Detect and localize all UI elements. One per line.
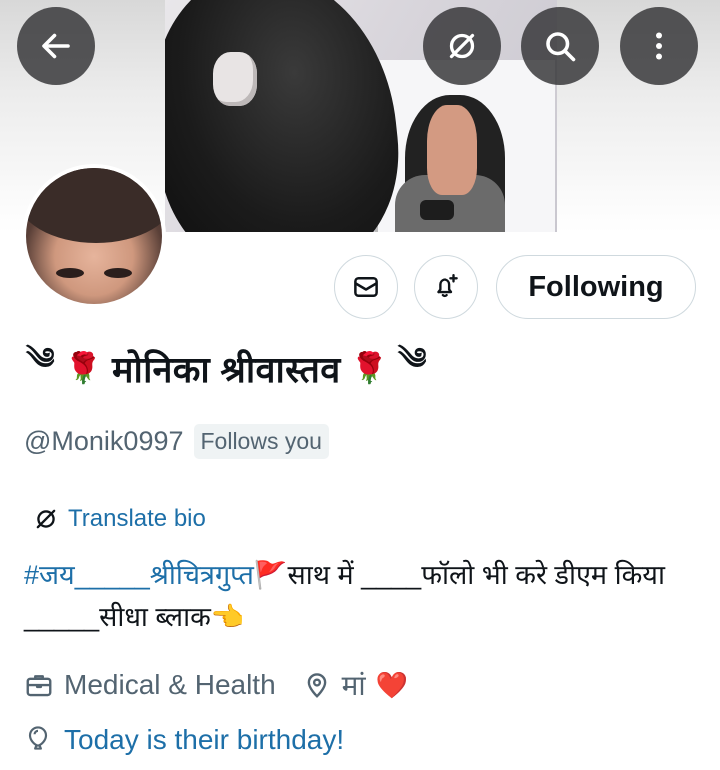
banner-hair-clip	[213, 52, 257, 106]
back-button[interactable]	[17, 7, 95, 85]
search-button[interactable]	[521, 7, 599, 85]
location-heart-emoji: ❤️	[375, 669, 409, 700]
avatar-hair	[26, 168, 162, 243]
notify-button[interactable]	[414, 255, 478, 319]
banner-hair	[165, 0, 411, 232]
more-vertical-icon	[656, 32, 662, 60]
balloon-icon	[28, 726, 48, 750]
profile-category: Medical & Health	[64, 669, 276, 700]
briefcase-icon	[26, 675, 52, 697]
avatar-photo	[26, 168, 162, 304]
name-decoration-left: ༄	[26, 343, 55, 376]
username-handle: @Monik0997	[24, 426, 184, 456]
avatar-eye-left	[56, 268, 84, 278]
birthday-label[interactable]: Today is their birthday!	[64, 724, 344, 756]
profile-location: मां	[341, 670, 366, 701]
bell-plus-icon	[437, 273, 458, 298]
envelope-icon	[354, 277, 378, 297]
search-icon	[546, 32, 576, 62]
bio-hashtag-link[interactable]: #जय_____श्रीचित्रगुप्त	[24, 560, 254, 590]
translate-bio-label[interactable]: Translate bio	[68, 505, 206, 533]
arrow-left-icon	[42, 33, 70, 59]
translate-button[interactable]	[423, 7, 501, 85]
more-button[interactable]	[620, 7, 698, 85]
handle-row: @Monik0997 Follows you	[24, 424, 329, 459]
bio-text: #जय_____श्रीचित्रगुप्त🚩साथ में ____फॉलो …	[24, 554, 704, 638]
location-pin-icon	[307, 673, 326, 698]
display-name: मोनिका श्रीवास्तव	[112, 348, 341, 390]
rose-emoji-left: 🌹	[64, 351, 103, 385]
translate-icon	[36, 509, 56, 529]
avatar-eye-right	[104, 268, 132, 278]
follows-you-badge: Follows you	[193, 424, 329, 459]
translate-bio-link[interactable]: Translate bio	[32, 505, 206, 533]
banner-hand	[427, 105, 477, 195]
message-button[interactable]	[334, 255, 398, 319]
display-name-row: ༄ 🌹 मोनिका श्रीवास्तव 🌹 ༄	[26, 340, 427, 396]
birthday-row: Today is their birthday!	[24, 724, 344, 756]
name-decoration-right: ༄	[397, 343, 427, 376]
rose-emoji-right: 🌹	[350, 351, 388, 385]
translate-icon	[449, 33, 475, 59]
banner-watch	[420, 200, 454, 220]
profile-meta-row: Medical & Health मां ❤️	[24, 666, 408, 704]
avatar[interactable]	[22, 164, 166, 308]
following-button[interactable]: Following	[496, 255, 696, 319]
